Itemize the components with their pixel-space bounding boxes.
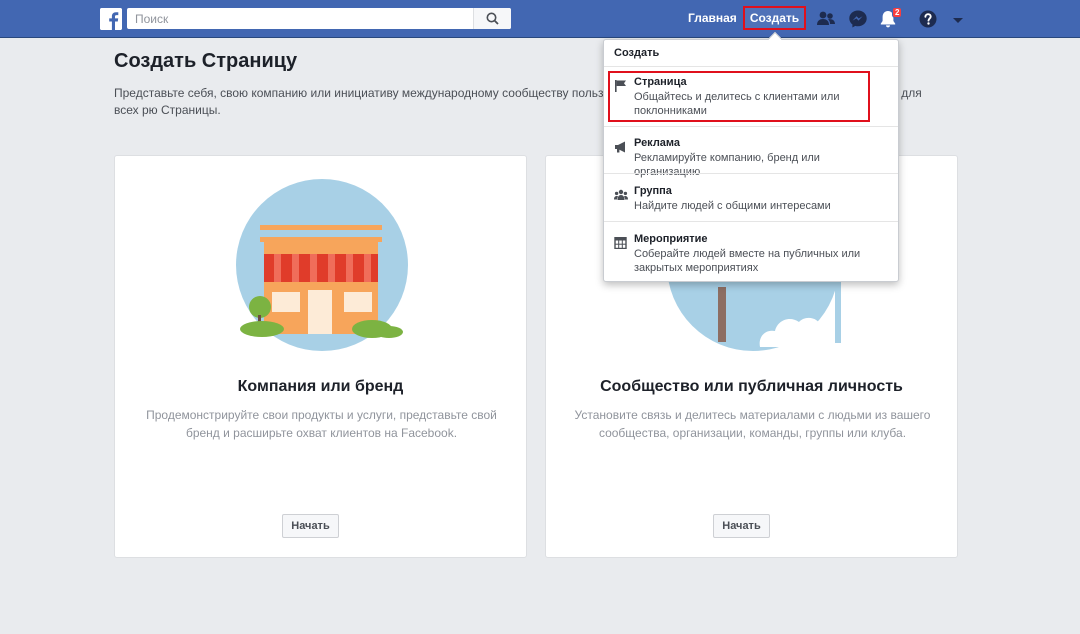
menu-item-subtitle: Рекламируйте компанию, бренд или организ…	[634, 152, 820, 178]
divider	[604, 126, 898, 127]
start-company-button[interactable]: Начать	[282, 514, 339, 538]
search-bar	[127, 8, 511, 29]
page-title: Создать Страницу	[114, 50, 298, 72]
home-link[interactable]: Главная	[688, 11, 737, 25]
search-icon	[486, 12, 499, 25]
divider	[604, 66, 898, 67]
menu-item-title: Реклама	[634, 137, 681, 149]
divider	[604, 221, 898, 222]
divider	[604, 173, 898, 174]
storefront-illustration	[236, 179, 408, 351]
search-button[interactable]	[473, 8, 511, 29]
account-menu-chevron-down-icon[interactable]	[947, 9, 969, 31]
create-dropdown-menu: Создать Страница Общайтесь и делитесь с …	[603, 31, 899, 282]
dropdown-header: Создать	[614, 47, 660, 59]
menu-item-title: Мероприятие	[634, 233, 708, 245]
top-navigation-bar: Главная Создать 2	[0, 0, 1080, 38]
card-description: Установите связь и делитесь материалами …	[574, 408, 931, 440]
help-icon[interactable]	[917, 8, 939, 30]
highlight-frame	[608, 71, 870, 122]
group-icon	[614, 189, 628, 200]
friend-requests-icon[interactable]	[815, 8, 837, 30]
calendar-icon	[614, 237, 627, 249]
megaphone-icon	[615, 141, 625, 153]
menu-item-subtitle: Найдите людей с общими интересами	[634, 200, 831, 212]
start-community-button[interactable]: Начать	[713, 514, 770, 538]
messenger-icon[interactable]	[847, 8, 869, 30]
card-title: Компания или бренд	[237, 378, 404, 395]
facebook-logo-icon[interactable]	[100, 8, 122, 30]
card-title: Сообщество или публичная личность	[600, 378, 903, 395]
menu-item-subtitle: Соберайте людей вместе на публичных или …	[634, 248, 861, 274]
menu-item-title: Группа	[634, 185, 672, 197]
card-description: Продемонстрируйте свои продукты и услуги…	[146, 408, 497, 440]
company-brand-card: Компания или бренд Продемонстрируйте сво…	[114, 155, 527, 558]
notifications-badge: 2	[892, 7, 903, 18]
create-button[interactable]: Создать	[743, 6, 806, 30]
search-input[interactable]	[127, 8, 473, 29]
